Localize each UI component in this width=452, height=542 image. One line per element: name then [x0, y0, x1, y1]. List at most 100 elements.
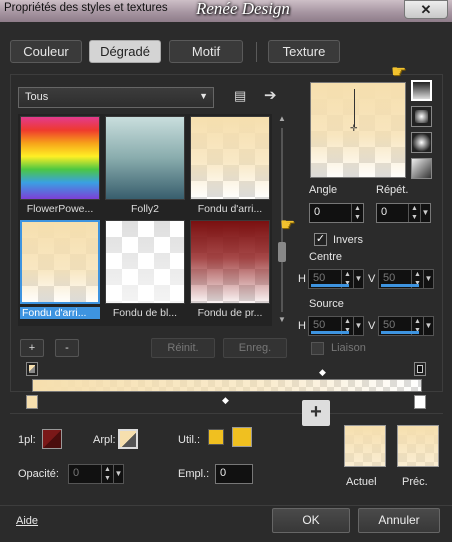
background-color-swatch[interactable] [118, 429, 138, 449]
watermark: Renée Design [196, 0, 290, 18]
gradient-stop-end-top[interactable] [414, 362, 426, 376]
cancel-button[interactable]: Annuler [358, 508, 440, 533]
center-h-value: 50 [313, 272, 326, 284]
angle-value: 0 [314, 206, 321, 218]
gradient-item-label: Fondu de bl... [112, 307, 178, 319]
gradient-stop-end[interactable] [414, 395, 426, 409]
user-color-label: Util.: [178, 434, 200, 446]
location-value: 0 [220, 467, 227, 479]
center-v-slider[interactable] [381, 284, 419, 287]
chevron-down-icon[interactable]: ▼ [113, 465, 123, 483]
link-checkbox[interactable] [311, 342, 324, 355]
gradient-item[interactable] [105, 116, 185, 204]
center-v-label: V [368, 273, 376, 285]
add-gradient-button[interactable]: + [20, 339, 44, 357]
source-h-slider[interactable] [311, 331, 349, 334]
user-color-swatch[interactable] [208, 429, 224, 445]
help-link[interactable]: Aide [16, 515, 38, 527]
tab-separator [256, 42, 257, 62]
midpoint-marker-top[interactable]: ◆ [319, 368, 326, 377]
gradient-item[interactable] [20, 116, 100, 204]
source-label: Source [309, 298, 344, 310]
invert-checkbox[interactable]: ✓ [314, 233, 327, 246]
chevron-down-icon[interactable]: ▼ [353, 317, 363, 335]
chevron-down-icon: ▼ [199, 91, 208, 101]
gradient-editor-bar[interactable] [32, 379, 422, 392]
spin-arrows-icon[interactable]: ▲▼ [351, 204, 363, 222]
first-color-swatch[interactable] [42, 429, 62, 449]
ok-button[interactable]: OK [272, 508, 350, 533]
close-button[interactable]: ✕ [404, 0, 448, 19]
location-input[interactable]: 0 [215, 464, 253, 484]
tab-texture[interactable]: Texture [268, 40, 340, 63]
gradient-swatch-cream [20, 220, 100, 304]
pointing-hand-icon: ☛ [280, 215, 296, 234]
current-swatch[interactable] [344, 425, 386, 467]
gradient-swatch-cream-fade [190, 116, 270, 200]
save-preset-button[interactable]: Enreg. [223, 338, 287, 358]
radial-style-button[interactable] [411, 132, 432, 153]
chevron-down-icon[interactable]: ▼ [278, 315, 286, 324]
gradient-stop-start[interactable] [26, 395, 38, 409]
window-title: Propriétés des styles et textures [4, 2, 168, 14]
source-h-label: H [298, 320, 306, 332]
gradient-item-label: Fondu de pr... [197, 307, 263, 319]
first-color-label: 1pl: [18, 434, 36, 446]
pointing-hand-icon: ☛ [391, 62, 407, 81]
gradient-item-selected[interactable] [20, 220, 100, 308]
gradient-swatch-teal [105, 116, 185, 200]
list-icon[interactable]: ▤ [234, 88, 246, 104]
chevron-down-icon[interactable]: ▼ [423, 317, 433, 335]
center-h-spinner[interactable]: 50 ▲▼ ▼ [308, 269, 364, 289]
user-color-swatch-large[interactable] [232, 427, 252, 447]
gradient-gallery: FlowerPowe... Folly2 Fondu d'arri... Fon… [18, 114, 272, 326]
center-crosshair-icon[interactable]: ✛ [350, 123, 358, 134]
gradient-swatch-rainbow [20, 116, 100, 200]
spin-arrows-icon[interactable]: ▲▼ [101, 465, 113, 483]
source-h-value: 50 [313, 319, 326, 331]
center-h-slider[interactable] [311, 284, 349, 287]
tab-degrade[interactable]: Dégradé [89, 40, 161, 63]
previous-label: Préc. [402, 476, 428, 488]
center-v-spinner[interactable]: 50 ▲▼ ▼ [378, 269, 434, 289]
gradient-swatch-white [105, 220, 185, 304]
source-v-label: V [368, 320, 376, 332]
chevron-up-icon[interactable]: ▲ [278, 114, 286, 123]
linear-style-button[interactable] [411, 80, 432, 101]
gradient-item[interactable] [190, 220, 270, 308]
reset-button[interactable]: Réinit. [151, 338, 215, 358]
center-v-value: 50 [383, 272, 396, 284]
repeat-spinner[interactable]: 0 ▲ ▼ ▼ [376, 203, 431, 223]
link-label: Liaison [331, 342, 366, 354]
angle-label: Angle [309, 184, 338, 196]
source-v-spinner[interactable]: 50 ▲▼ ▼ [378, 316, 434, 336]
gradient-item[interactable] [105, 220, 185, 308]
source-h-spinner[interactable]: 50 ▲▼ ▼ [308, 316, 364, 336]
tab-motif[interactable]: Motif [169, 40, 243, 63]
rectangular-style-button[interactable] [411, 106, 432, 127]
sunburst-style-button[interactable] [411, 158, 432, 179]
midpoint-marker[interactable]: ◆ [222, 396, 229, 405]
scroll-thumb[interactable] [278, 242, 286, 262]
source-v-slider[interactable] [381, 331, 419, 334]
preset-category-value: Tous [25, 91, 49, 103]
tab-couleur[interactable]: Couleur [10, 40, 82, 63]
add-swatch-button[interactable]: + [302, 400, 330, 426]
gradient-item[interactable] [190, 116, 270, 204]
gradient-item-label: Fondu d'arri... [20, 307, 100, 319]
arpl-label: Arpl: [93, 434, 116, 446]
arrow-right-icon[interactable]: ➔ [264, 86, 277, 104]
chevron-down-icon[interactable]: ▼ [353, 270, 363, 288]
center-h-label: H [298, 273, 306, 285]
previous-swatch[interactable] [397, 425, 439, 467]
preset-category-select[interactable]: Tous ▼ [18, 87, 214, 108]
opacity-spinner[interactable]: 0 ▲ ▼ ▼ [68, 464, 124, 484]
remove-gradient-button[interactable]: - [55, 339, 79, 357]
gradient-preview[interactable]: ✛ [310, 82, 406, 178]
chevron-down-icon[interactable]: ▼ [423, 270, 433, 288]
chevron-down-icon[interactable]: ▼ [420, 204, 430, 222]
angle-spinner[interactable]: 0 ▲ ▼ [309, 203, 364, 223]
spin-arrows-icon[interactable]: ▲▼ [408, 204, 420, 222]
gradient-swatch-red [190, 220, 270, 304]
gradient-stop-start-top[interactable] [26, 362, 38, 376]
